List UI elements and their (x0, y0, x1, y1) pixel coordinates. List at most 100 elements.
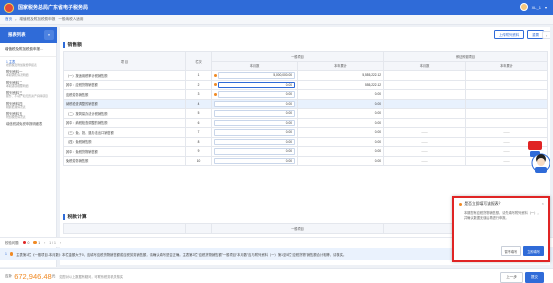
general-month-input[interactable]: 0.00 (214, 148, 295, 155)
general-month-input[interactable]: 0.00 (214, 110, 295, 117)
tax-bureau-logo (4, 2, 14, 13)
assistant-mascot-icon[interactable] (526, 139, 550, 175)
immediate-month-cell[interactable] (383, 79, 466, 90)
submit-button[interactable]: 提交 (524, 272, 544, 283)
breadcrumb-separator: › (15, 17, 17, 22)
immediate-month-cell[interactable] (383, 70, 466, 81)
immediate-month-cell[interactable] (383, 108, 466, 119)
header-immediate-year: 本年累计 (465, 60, 548, 71)
sidebar-item-schedule-3[interactable]: 附列资料三 服务、不动产和无形资产扣除项目 (6, 91, 56, 98)
immediate-year-cell (465, 98, 548, 109)
top-bar: 国家税务总局广东省电子税务局 XL_1 ▾ (0, 0, 553, 15)
general-month-input[interactable]: 0.00 (214, 129, 295, 136)
total-note: 如您对以上数据有疑问，可联系税务机关核实 (59, 274, 124, 279)
section-tax-label: 税款计算 (67, 215, 87, 220)
immediate-month-cell[interactable] (383, 98, 466, 109)
row-line-number: 1 (185, 70, 212, 81)
general-year-cell: 0.00 (297, 155, 384, 166)
warning-dot-icon[interactable] (214, 83, 218, 87)
toolbar: 上传附列资料 重置 (493, 30, 544, 39)
error-dot-icon (22, 240, 26, 245)
general-month-input[interactable]: 0.00 (214, 100, 295, 107)
row-line-number: 7 (185, 127, 212, 138)
report-list-sidebar: 报表列表 « 增值税及附加税费申报… 1 主表 增值税及附加税费申报表 附列资料… (0, 27, 57, 267)
general-year-cell: 0.00 (297, 146, 384, 157)
popup-cancel-button[interactable]: 暂不填写 (500, 246, 522, 256)
sidebar-item-main-form[interactable]: 1 主表 增值税及附加税费申报表 (6, 60, 56, 67)
sidebar-item-schedule-5[interactable]: 附列资料五 附加税费情况表 (6, 112, 56, 119)
header-immediate: 即征即退项目 (383, 51, 548, 62)
close-icon[interactable]: × (542, 201, 544, 206)
user-avatar[interactable] (519, 3, 528, 11)
immediate-month-cell[interactable] (383, 117, 466, 128)
sidebar-item-schedule-2[interactable]: 附列资料二 本期进项税额明细 (6, 81, 56, 88)
general-month-cell: 0.00 (211, 89, 298, 100)
sidebar-item-label: 增值税减免税申报明细表 (6, 122, 43, 127)
general-year-cell: 0.00 (297, 89, 384, 100)
sidebar-form-name[interactable]: 增值税及附加税费申报… (0, 43, 56, 57)
popup-title: 是否立即填写该报表？ (464, 202, 503, 206)
general-month-input[interactable]: 5,000,000.00 (218, 72, 295, 79)
popup-confirm-button[interactable]: 立即填写 (523, 246, 544, 256)
general-month-input[interactable]: 0.00 (214, 119, 295, 126)
general-month-cell: 0.00 (211, 98, 298, 109)
warning-dot-icon (9, 252, 14, 256)
immediate-year-cell (465, 117, 548, 128)
collapse-sidebar-button[interactable]: « (44, 30, 54, 40)
user-name[interactable]: XL_1 (532, 5, 541, 10)
warning-dot-icon[interactable] (214, 92, 218, 96)
header-item: 项 目 (63, 51, 186, 71)
header-general: 一般项目 (211, 51, 384, 62)
immediate-month-cell: —— (383, 127, 466, 138)
upload-attachments-button[interactable]: 上传附列资料 (493, 30, 525, 39)
row-line-number: 4 (185, 98, 212, 109)
popup-title-row: 是否立即填写该报表？ (459, 202, 543, 207)
table-row: （二）按简易办法计税销售额 5 0.00 0.00 (63, 108, 548, 119)
next-page-icon[interactable]: › (60, 241, 61, 245)
immediate-month-cell: —— (383, 146, 466, 157)
row-label: 纳税检查调整的销售额 (63, 98, 186, 109)
tax-header-blank (63, 223, 186, 234)
general-month-input[interactable]: 0.00 (218, 81, 295, 88)
table-row: （三）免、抵、退办法出口销售额 7 0.00 0.00 —— —— (63, 127, 548, 138)
sidebar-item-relief-detail[interactable]: 增值税减免税申报明细表 (6, 122, 56, 126)
general-year-cell: 0.00 (297, 127, 384, 138)
warning-count-badge[interactable]: 1 (33, 241, 40, 245)
immediate-month-cell[interactable] (383, 89, 466, 100)
general-month-input[interactable]: 0.00 (214, 157, 295, 164)
chevron-down-icon[interactable]: ▾ (545, 5, 547, 10)
expand-right-panel-icon[interactable]: ‹ (542, 31, 550, 39)
row-label: （二）按简易办法计税销售额 (63, 108, 186, 119)
popup-body: 本期您有应税货物销售额，请先填写附列资料（一），并确认数据无误后再进行申报。 (464, 211, 541, 220)
row-label: （四）免税销售额 (63, 136, 186, 147)
sidebar-item-schedule-1[interactable]: 附列资料一 本期销售情况明细 (6, 70, 56, 77)
general-month-input[interactable]: 0.00 (214, 138, 295, 145)
general-year-cell: 0.00 (297, 136, 384, 147)
user-menu[interactable]: XL_1 ▾ (519, 3, 547, 11)
fill-schedule-popup: 是否立即填写该报表？ × 本期您有应税货物销售额，请先填写附列资料（一），并确认… (452, 196, 550, 262)
row-line-number: 9 (185, 146, 212, 157)
page-indicator: 1 / 1 (49, 240, 56, 245)
general-year-cell: 0.00 (297, 108, 384, 119)
breadcrumb-home[interactable]: 首页 (5, 17, 12, 22)
previous-step-button[interactable]: 上一步 (500, 272, 523, 283)
immediate-year-cell (465, 79, 548, 90)
general-month-input[interactable]: 0.00 (218, 91, 295, 98)
error-count-badge[interactable]: 0 (22, 240, 29, 245)
tax-header-general: 一般项目 (211, 223, 384, 234)
warning-dot-icon[interactable] (214, 73, 218, 77)
general-year-cell: 0.00 (297, 117, 384, 128)
sidebar-item-sub: 附加税费情况表 (6, 115, 26, 120)
tax-header-blank (185, 223, 212, 234)
row-label: 其中：应税货物销售额 (63, 79, 186, 90)
sidebar-item-schedule-4[interactable]: 附列资料四 税额抵减情况表 (6, 102, 56, 109)
immediate-month-cell: —— (383, 136, 466, 147)
breadcrumb-form[interactable]: 增值税及附加税费申报 (19, 17, 55, 22)
warning-dot-icon (33, 240, 37, 245)
immediate-month-cell: —— (383, 155, 466, 166)
validation-label: 校验问题 (5, 241, 19, 245)
row-label: 其中：免税货物销售额 (63, 146, 186, 157)
prev-page-icon[interactable]: ‹ (44, 241, 45, 245)
table-row: （一）按适用税率计税销售额 1 5,000,000.00 5,555,222.12 (63, 70, 548, 81)
general-year-cell: 5,555,222.12 (297, 70, 384, 81)
